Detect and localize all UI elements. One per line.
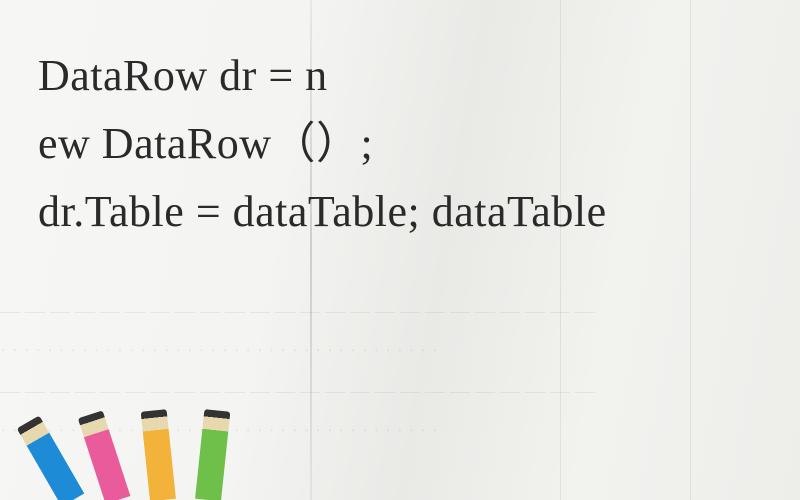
overlay-code-text: DataRow dr = n ew DataRow（）; dr.Table = … bbox=[38, 42, 770, 247]
code-line: DataRow dr = n bbox=[38, 51, 328, 100]
code-line: dr.Table = dataTable; dataTable bbox=[38, 187, 607, 236]
faint-book-text: · · · · · · · · · · · · · · · · · · · · … bbox=[0, 340, 800, 363]
code-line: ew DataRow（）; bbox=[38, 119, 373, 168]
faint-book-text: · · · · · · · · · · · · · · · · · · · · … bbox=[0, 420, 800, 443]
faint-book-text: — — — — — — — — — — — — — — — — — — — — … bbox=[0, 380, 800, 403]
handwritten-page: — — — — — — — — — — — — — — — — — — — — … bbox=[0, 0, 800, 500]
faint-book-text: — — — — — — — — — — — — — — — — — — — — … bbox=[0, 300, 800, 323]
